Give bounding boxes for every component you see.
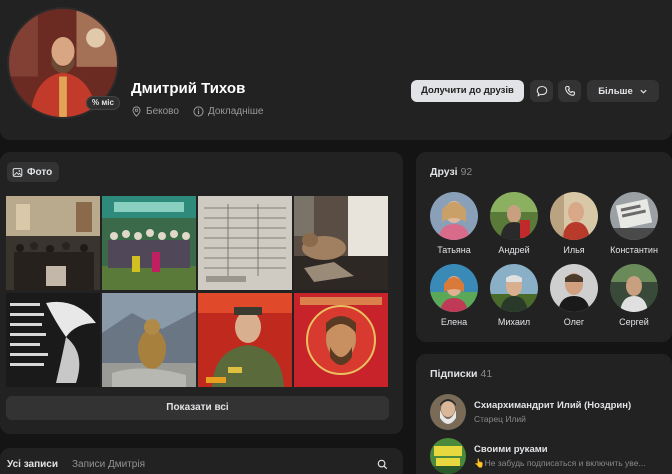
show-all-photos-button[interactable]: Показати всі <box>6 396 389 420</box>
more-button[interactable]: Більше <box>587 80 659 102</box>
friend-name: Олег <box>563 317 585 327</box>
photo-icon-savior[interactable] <box>294 293 388 387</box>
photos-grid <box>6 196 389 387</box>
friends-title-label: Друзі <box>430 166 458 178</box>
tab-owner-posts[interactable]: Записи Дмитрія <box>72 459 145 470</box>
subscription-title: Схиархимандрит Илий (Ноздрин) <box>474 400 632 411</box>
message-button[interactable] <box>530 80 553 102</box>
friend-avatar <box>550 264 598 312</box>
friend-name: Константин <box>610 245 658 255</box>
friend-item[interactable]: Андрей <box>484 192 544 255</box>
wall-panel: Усі записи Записи Дмитрія <box>0 448 403 474</box>
profile-header: % міс Дмитрий Тихов Беково Докладніше До… <box>0 0 672 140</box>
friends-panel: Друзі 92 Татьяна Андрей Илья Константин Е… <box>416 152 672 342</box>
profile-location: Беково <box>146 106 179 117</box>
subscription-item[interactable]: Схиархимандрит Илий (Ноздрин) Старец Или… <box>430 394 670 430</box>
location-pin-icon <box>132 106 141 117</box>
subscription-item[interactable]: Своими руками 👆Не забудь подписаться и в… <box>430 438 670 474</box>
friend-avatar <box>610 264 658 312</box>
friends-count: 92 <box>460 166 473 178</box>
photo-icon <box>12 167 23 177</box>
photos-tab[interactable]: Фото <box>7 162 60 182</box>
photo-marmot[interactable] <box>102 293 196 387</box>
tab-all-posts[interactable]: Усі записи <box>7 459 58 470</box>
friend-name: Илья <box>563 245 585 255</box>
friend-avatar <box>550 192 598 240</box>
friend-name: Андрей <box>498 245 530 255</box>
subscriptions-title-label: Підписки <box>430 368 478 380</box>
photos-panel: Фото Показати всі <box>0 152 403 434</box>
call-button[interactable] <box>558 80 581 102</box>
friend-item[interactable]: Сергей <box>604 264 664 327</box>
more-button-label: Більше <box>598 85 633 97</box>
message-bubble-icon <box>536 85 547 97</box>
phone-icon <box>564 85 575 96</box>
friend-avatar <box>430 192 478 240</box>
friend-avatar <box>490 192 538 240</box>
profile-meta: Беково Докладніше <box>131 106 263 117</box>
friend-item[interactable]: Михаил <box>484 264 544 327</box>
subscriptions-count: 41 <box>480 368 493 380</box>
subscription-avatar <box>430 394 466 430</box>
subscription-avatar <box>430 438 466 474</box>
subscriptions-title[interactable]: Підписки 41 <box>430 368 492 380</box>
friend-item[interactable]: Татьяна <box>424 192 484 255</box>
friend-avatar <box>490 264 538 312</box>
subscriptions-panel: Підписки 41 Схиархимандрит Илий (Ноздрин)… <box>416 354 672 474</box>
friend-name: Сергей <box>619 317 649 327</box>
profile-details-link[interactable]: Докладніше <box>208 106 264 117</box>
friend-name: Елена <box>440 317 468 327</box>
info-icon <box>193 106 204 117</box>
friend-name: Татьяна <box>437 245 471 255</box>
photo-group-outdoor[interactable] <box>102 196 196 290</box>
friend-item[interactable]: Илья <box>544 192 604 255</box>
wall-tabs: Усі записи Записи Дмитрія <box>7 459 145 470</box>
friend-avatar <box>430 264 478 312</box>
friend-name: Михаил <box>497 317 531 327</box>
subscription-subtitle: Старец Илий <box>474 414 526 424</box>
online-badge: % міс <box>86 96 120 110</box>
photo-soldier-portrait[interactable] <box>198 293 292 387</box>
friend-item[interactable]: Константин <box>604 192 664 255</box>
subscription-subtitle: 👆Не забудь подписаться и включить уве... <box>474 457 646 468</box>
photos-tab-label: Фото <box>27 166 53 178</box>
friend-item[interactable]: Елена <box>424 264 484 327</box>
profile-name: Дмитрий Тихов <box>131 80 246 97</box>
photo-document[interactable] <box>198 196 292 290</box>
photo-church-service[interactable] <box>6 196 100 290</box>
friend-item[interactable]: Олег <box>544 264 604 327</box>
chevron-down-icon <box>640 89 647 94</box>
subscription-title: Своими руками <box>474 443 548 455</box>
add-friend-button[interactable]: Долучити до друзів <box>411 80 524 102</box>
search-icon[interactable] <box>377 459 388 470</box>
friends-title[interactable]: Друзі 92 <box>430 166 472 178</box>
photo-quote-dove[interactable] <box>6 293 100 387</box>
photo-animal-indoor[interactable] <box>294 196 388 290</box>
friend-avatar <box>610 192 658 240</box>
